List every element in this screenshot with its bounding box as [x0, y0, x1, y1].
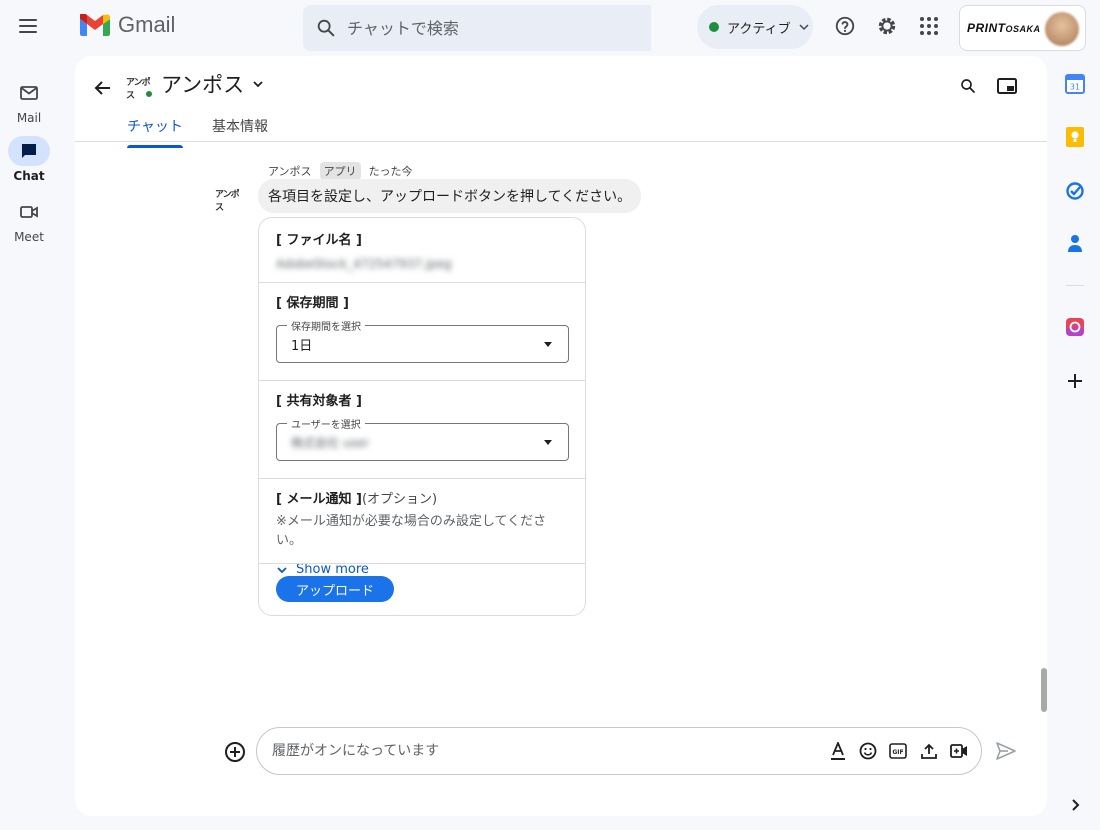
svg-text:31: 31 — [1070, 83, 1080, 92]
apps-grid-icon[interactable] — [917, 14, 941, 38]
message-header: アンポス アプリ たった今 — [268, 162, 413, 180]
file-section: [ ファイル名 ] AdobeStock_472547937.jpeg — [259, 229, 585, 271]
divider — [259, 478, 585, 479]
sender-name[interactable]: アンポス — [268, 163, 312, 179]
file-title: [ ファイル名 ] — [276, 233, 362, 248]
show-more-button[interactable]: Show more — [276, 562, 568, 577]
rail-label-mail: Mail — [16, 111, 42, 125]
gmail-m-icon — [80, 14, 110, 36]
video-meeting-icon[interactable] — [948, 740, 970, 762]
video-camera-icon — [8, 197, 50, 227]
rail-label-chat: Chat — [13, 169, 45, 183]
mail-icon — [8, 78, 50, 108]
popout-window-icon[interactable] — [995, 74, 1019, 98]
avatar[interactable] — [1045, 12, 1079, 46]
chevron-down-icon — [277, 566, 287, 573]
status-selector[interactable]: アクティブ — [697, 5, 813, 49]
top-bar: Gmail アクティブ PRINTOSAKA — [0, 0, 1100, 56]
app-name: Gmail — [118, 12, 176, 37]
divider — [259, 563, 585, 564]
search-input[interactable] — [347, 18, 627, 38]
dropdown-arrow-icon — [544, 342, 552, 347]
rail-item-chat[interactable]: Chat — [0, 136, 58, 183]
scrollbar-thumb[interactable] — [1041, 668, 1047, 712]
add-attachment-icon[interactable] — [223, 740, 247, 764]
message-time: たった今 — [368, 165, 413, 178]
send-icon[interactable] — [994, 739, 1018, 763]
retention-title: [ 保存期間 ] — [276, 296, 349, 311]
status-label: アクティブ — [727, 21, 791, 37]
share-title: [ 共有対象者 ] — [276, 394, 362, 409]
file-name-value: AdobeStock_472547937.jpeg — [276, 257, 452, 271]
sender-avatar[interactable]: アンポス — [215, 187, 241, 213]
chat-panel: アンポス アンポス チャット 基本情報 アンポス アンポス アプリ たった今 各… — [75, 56, 1047, 816]
addon-app-icon[interactable] — [1064, 316, 1086, 338]
add-addon-icon[interactable] — [1064, 370, 1086, 392]
message-bubble: 各項目を設定し、アップロードボタンを押してください。 — [258, 179, 642, 213]
contacts-icon[interactable] — [1064, 232, 1086, 254]
notify-title: [ メール通知 ](オプション) — [276, 492, 438, 507]
search-in-chat-icon[interactable] — [956, 74, 980, 98]
tab-bar: チャット 基本情報 — [75, 110, 1047, 148]
text-format-icon[interactable] — [827, 740, 849, 762]
online-indicator — [144, 89, 154, 99]
tab-info[interactable]: 基本情報 — [212, 116, 268, 142]
retention-selected-value: 1日 — [291, 338, 313, 354]
rail-item-mail[interactable]: Mail — [0, 78, 58, 125]
share-section: [ 共有対象者 ] ユーザーを選択 株式会社 user — [259, 390, 585, 461]
org-logo: PRINTOSAKA — [967, 21, 1041, 35]
gif-icon[interactable]: GIF — [887, 740, 909, 762]
keep-icon[interactable] — [1064, 126, 1086, 148]
account-switcher[interactable]: PRINTOSAKA — [959, 5, 1086, 51]
space-title[interactable]: アンポス — [161, 69, 264, 99]
main-menu-icon[interactable] — [16, 14, 40, 38]
dropdown-arrow-icon — [544, 440, 552, 445]
app-badge: アプリ — [319, 162, 361, 180]
tasks-icon[interactable] — [1064, 180, 1086, 202]
svg-text:GIF: GIF — [892, 749, 903, 756]
upload-file-icon[interactable] — [918, 740, 940, 762]
notify-note: ※メール通知が必要な場合のみ設定してください。 — [276, 514, 547, 548]
show-more-label: Show more — [296, 562, 369, 577]
help-icon[interactable] — [833, 14, 857, 38]
tab-chat[interactable]: チャット — [127, 116, 183, 148]
upload-form-card: [ ファイル名 ] AdobeStock_472547937.jpeg [ 保存… — [258, 217, 586, 616]
divider — [259, 380, 585, 381]
retention-section: [ 保存期間 ] 保存期間を選択 1日 — [259, 292, 585, 363]
search-icon[interactable] — [315, 17, 337, 39]
retention-select[interactable]: 保存期間を選択 1日 — [276, 318, 569, 363]
user-select[interactable]: ユーザーを選択 株式会社 user — [276, 416, 569, 461]
space-name: アンポス — [161, 73, 245, 97]
upload-button[interactable]: アップロード — [276, 576, 394, 602]
user-select-label: ユーザーを選択 — [287, 416, 365, 431]
message-composer[interactable]: GIF — [256, 727, 982, 775]
calendar-icon[interactable]: 31 — [1064, 73, 1086, 95]
rail-item-meet[interactable]: Meet — [0, 197, 58, 244]
back-arrow-icon[interactable] — [91, 76, 115, 100]
divider — [1066, 285, 1084, 286]
chevron-down-icon — [253, 81, 263, 88]
search-bar[interactable] — [303, 5, 651, 51]
divider — [259, 282, 585, 283]
chat-icon — [8, 136, 50, 166]
gmail-logo[interactable]: Gmail — [80, 12, 175, 38]
user-selected-value: 株式会社 user — [291, 435, 369, 450]
rail-label-meet: Meet — [14, 230, 44, 244]
message-input[interactable] — [272, 743, 812, 759]
emoji-icon[interactable] — [857, 740, 879, 762]
optional-label: (オプション) — [361, 492, 438, 507]
chevron-down-icon — [799, 24, 809, 31]
retention-select-label: 保存期間を選択 — [287, 318, 365, 333]
chevron-right-icon[interactable] — [1064, 794, 1086, 816]
status-dot — [709, 22, 719, 32]
settings-gear-icon[interactable] — [875, 14, 899, 38]
